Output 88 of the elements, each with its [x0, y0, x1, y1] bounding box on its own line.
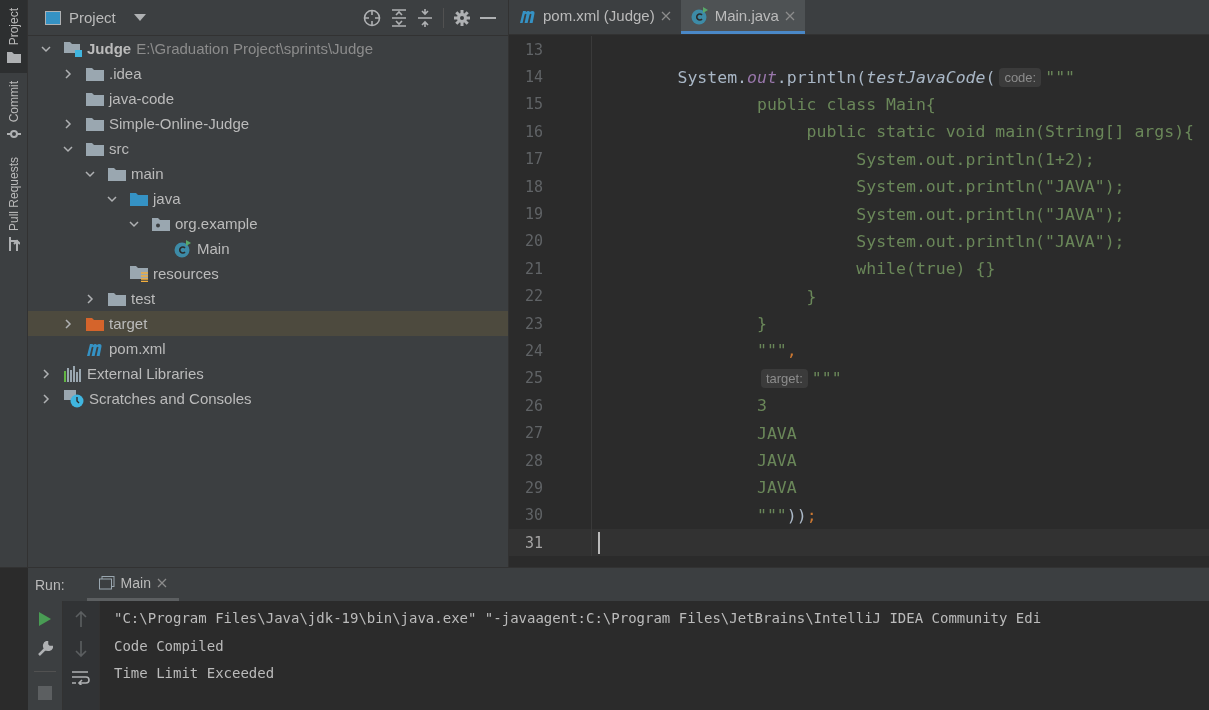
tree-label: External Libraries: [87, 365, 204, 382]
parameter-hint: target:: [760, 368, 808, 388]
line-number: 27: [523, 424, 543, 443]
run-label: Run:: [35, 576, 65, 593]
tree-label: pom.xml: [109, 340, 166, 357]
line-number: 16: [523, 122, 543, 141]
code-token: System.: [676, 67, 747, 87]
tree-label: test: [131, 290, 156, 307]
code-token: )): [786, 505, 807, 525]
code-token: }: [805, 286, 817, 306]
line-number: 18: [523, 177, 543, 196]
tree-item[interactable]: Scratches and Consoles: [28, 386, 508, 411]
panel-title[interactable]: Project: [69, 9, 116, 26]
tree-item[interactable]: main: [28, 161, 508, 186]
line-number: 20: [523, 232, 543, 251]
console-line: Code Compiled: [114, 636, 225, 656]
code-token: public class Main{: [755, 94, 936, 114]
line-number: 28: [523, 451, 543, 470]
code-token: JAVA: [755, 478, 797, 498]
editor-tab[interactable]: pom.xml (Judge): [509, 0, 681, 34]
tree-item[interactable]: Simple-Online-Judge: [28, 111, 508, 136]
parameter-hint: code:: [999, 67, 1042, 87]
tree-label: src: [109, 140, 129, 157]
tree-label: Main: [197, 240, 230, 257]
line-number: 14: [523, 68, 543, 87]
tree-item[interactable]: test: [28, 286, 508, 311]
line-number: 17: [523, 150, 543, 169]
tree-label: target: [109, 315, 148, 332]
code-token: JAVA: [755, 423, 797, 443]
code-token: (: [985, 67, 996, 87]
line-number: 31: [523, 533, 543, 552]
code-token: out: [747, 67, 777, 87]
console-line: "C:\Program Files\Java\jdk-19\bin\java.exe" "-javaagent:C:\Program Files\JetBrains\IntelliJ IDEA Community Edi: [114, 609, 1042, 628]
line-number: 19: [523, 205, 543, 224]
tree-label: java: [153, 190, 181, 207]
tree-item[interactable]: pom.xml: [28, 336, 508, 361]
tree-label: Judge: [87, 40, 132, 57]
code-token: JAVA: [755, 451, 797, 471]
line-number: 29: [523, 478, 543, 497]
code-token: ,: [786, 341, 797, 361]
tree-label: main: [131, 165, 164, 182]
line-number: 15: [523, 95, 543, 114]
tree-label: Simple-Online-Judge: [109, 115, 250, 132]
tree-item[interactable]: java-code: [28, 86, 508, 111]
code-token: public static void main(String[] args){: [805, 122, 1195, 142]
line-number: 13: [523, 40, 543, 59]
side-tab[interactable]: Commit: [0, 73, 27, 149]
tree-item[interactable]: src: [28, 136, 508, 161]
code-token: System.out.println("JAVA");: [855, 204, 1125, 224]
code-token: 3: [755, 396, 767, 416]
tree-label: resources: [153, 265, 219, 282]
line-number: 25: [523, 369, 543, 388]
tree-item[interactable]: Main: [28, 236, 508, 261]
tree-item[interactable]: target: [28, 311, 508, 336]
code-token: """: [811, 368, 842, 388]
tree-label: java-code: [109, 90, 175, 107]
code-token: """: [1045, 67, 1075, 87]
side-tab[interactable]: Pull Requests: [0, 148, 27, 261]
line-number: 22: [523, 287, 543, 306]
code-token: ;: [806, 505, 817, 525]
code-token: """: [755, 341, 787, 361]
editor-tab[interactable]: Main.java: [680, 0, 805, 34]
code-token: .println(: [776, 67, 867, 87]
code-token: System.out.println("JAVA");: [855, 177, 1125, 197]
line-number: 23: [523, 314, 543, 333]
module-path: E:\Graduation Project\sprints\Judge: [136, 40, 373, 57]
code-token: System.out.println("JAVA");: [855, 231, 1125, 251]
code-token: testJavaCode: [866, 67, 986, 87]
side-tab[interactable]: Project: [0, 0, 27, 74]
code-token: System.out.println(1+2);: [855, 149, 1095, 169]
tree-item[interactable]: org.example: [28, 211, 508, 236]
code-token: }: [755, 314, 767, 334]
tree-label: org.example: [175, 215, 258, 232]
run-tab[interactable]: Main: [86, 568, 179, 601]
line-number: 24: [523, 342, 543, 360]
line-number: 26: [523, 396, 543, 415]
tree-item[interactable]: java: [28, 186, 508, 211]
tree-item[interactable]: Judge E:\Graduation Project\sprints\Judge: [28, 36, 508, 61]
tree-item[interactable]: resources: [28, 261, 508, 286]
tree-item[interactable]: External Libraries: [28, 361, 508, 386]
line-number: 21: [523, 259, 543, 278]
console-line: Time Limit Exceeded: [114, 664, 276, 683]
code-token: while(true) {}: [855, 259, 996, 279]
tree-item[interactable]: .idea: [28, 61, 508, 86]
code-token: """: [755, 505, 787, 525]
tree-label: .idea: [109, 65, 142, 82]
line-number: 30: [523, 506, 543, 525]
tree-label: Scratches and Consoles: [89, 390, 252, 407]
